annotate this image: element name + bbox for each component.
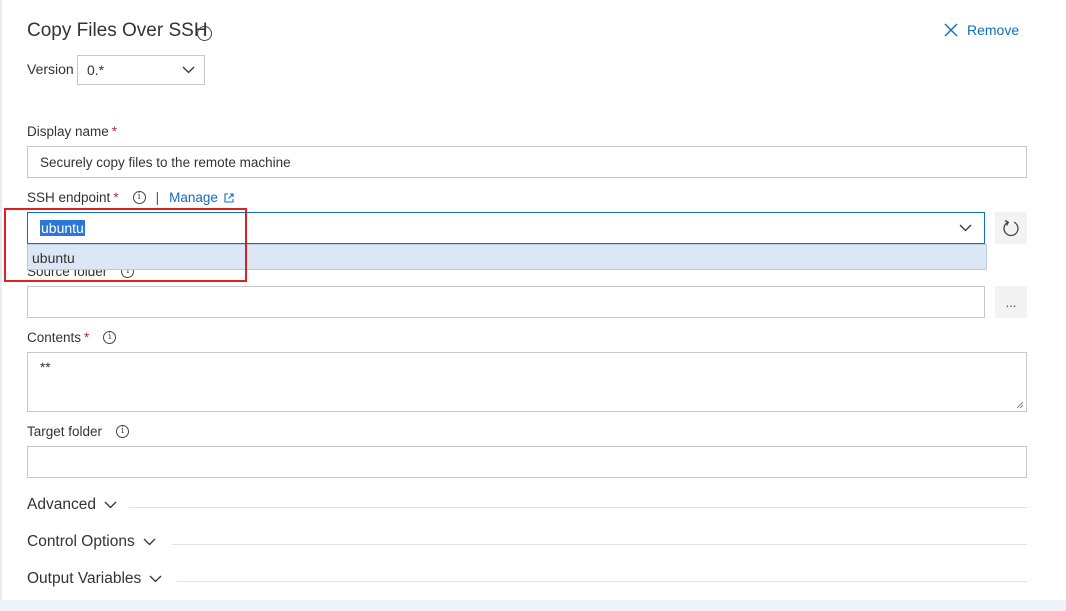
chevron-down-icon[interactable]: [959, 224, 972, 232]
section-divider: [172, 544, 1027, 545]
version-select[interactable]: 0.*: [77, 55, 205, 85]
contents-label: Contents * i: [27, 330, 117, 345]
dropdown-option-ubuntu[interactable]: ubuntu: [28, 245, 986, 269]
ellipsis-icon: ...: [1005, 294, 1017, 310]
section-divider: [129, 507, 1027, 508]
ssh-endpoint-info-icon[interactable]: i: [132, 191, 146, 204]
ssh-endpoint-label: SSH endpoint * i | Manage: [27, 190, 234, 205]
chevron-down-icon: [182, 66, 195, 74]
target-folder-input[interactable]: [27, 446, 1027, 478]
task-title: Copy Files Over SSH: [27, 20, 208, 41]
section-divider: [177, 581, 1027, 582]
chevron-down-icon: [149, 575, 162, 583]
contents-value: **: [40, 360, 51, 375]
left-border: [0, 0, 2, 600]
chevron-down-icon: [143, 538, 156, 546]
section-output-variables[interactable]: Output Variables: [27, 570, 162, 588]
refresh-icon: [1003, 219, 1019, 237]
remove-button[interactable]: Remove: [944, 22, 1019, 38]
display-name-label: Display name *: [27, 124, 118, 139]
resize-grip-icon[interactable]: [1016, 401, 1024, 409]
ssh-endpoint-combobox[interactable]: ubuntu: [27, 212, 985, 244]
contents-textarea[interactable]: **: [27, 352, 1027, 412]
manage-link[interactable]: Manage: [169, 190, 234, 205]
display-name-value: Securely copy files to the remote machin…: [40, 154, 291, 170]
close-icon: [944, 23, 958, 37]
display-name-input[interactable]: Securely copy files to the remote machin…: [27, 146, 1027, 178]
bottom-strip: [0, 600, 1066, 611]
manage-separator: |: [155, 190, 160, 205]
contents-info-icon[interactable]: i: [103, 331, 117, 344]
target-folder-info-icon[interactable]: i: [116, 425, 130, 438]
refresh-button[interactable]: [995, 212, 1027, 244]
source-folder-input[interactable]: [27, 286, 985, 318]
external-link-icon: [224, 192, 234, 203]
ssh-endpoint-dropdown: ubuntu: [27, 244, 987, 270]
title-info-icon[interactable]: i: [197, 26, 212, 41]
section-control-options[interactable]: Control Options: [27, 533, 156, 551]
target-folder-label: Target folder i: [27, 424, 130, 439]
version-value: 0.*: [87, 62, 105, 78]
version-label: Version: [27, 61, 74, 77]
chevron-down-icon: [104, 501, 117, 509]
section-advanced[interactable]: Advanced: [27, 496, 117, 514]
remove-label: Remove: [967, 22, 1020, 38]
ssh-endpoint-value[interactable]: ubuntu: [40, 220, 85, 236]
browse-button[interactable]: ...: [995, 286, 1027, 318]
